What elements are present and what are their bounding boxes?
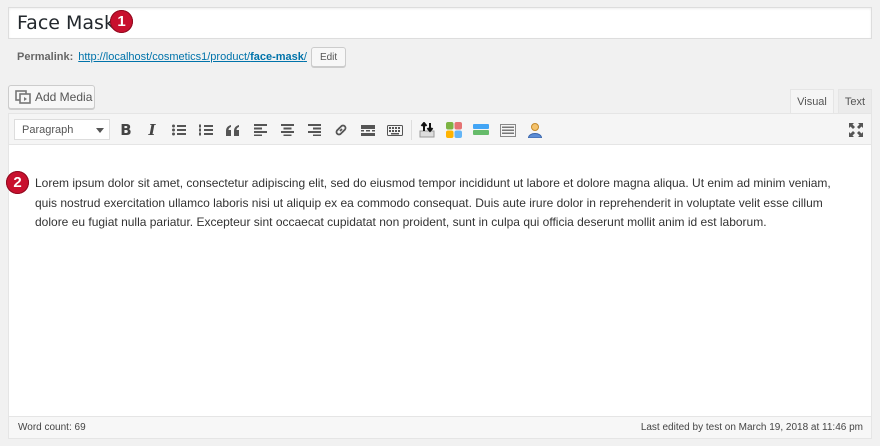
fullscreen-icon: [849, 123, 863, 137]
permalink-row: Permalink: http://localhost/cosmetics1/p…: [17, 46, 347, 68]
editor-container: Paragraph B I Lorem ipsum dolor sit amet…: [8, 113, 872, 439]
bullet-list-button[interactable]: [167, 118, 191, 142]
bold-icon: B: [120, 121, 132, 139]
insert-link-button[interactable]: [329, 118, 353, 142]
fullscreen-button[interactable]: [844, 118, 868, 142]
title-field-wrapper: [8, 7, 872, 39]
media-icon: [15, 90, 31, 104]
editor-status-bar: Word count: 69 Last edited by test on Ma…: [9, 416, 871, 438]
read-more-icon: [361, 124, 375, 136]
format-select-value: Paragraph: [22, 123, 74, 136]
last-edited: Last edited by test on March 19, 2018 at…: [640, 422, 863, 433]
plugin-upload-button[interactable]: [415, 118, 439, 142]
word-count: Word count: 69: [18, 422, 86, 433]
permalink-label: Permalink:: [17, 51, 74, 63]
numbered-list-icon: [199, 124, 213, 136]
plugin-layout-button[interactable]: [469, 118, 493, 142]
blockquote-icon: [226, 124, 239, 136]
annotation-badge-1: 1: [110, 10, 133, 33]
toolbar-separator: [411, 120, 412, 140]
align-left-icon: [253, 124, 267, 136]
plugin-table-icon: [500, 123, 516, 137]
plugin-user-icon: [527, 123, 543, 138]
align-center-button[interactable]: [275, 118, 299, 142]
permalink-url-end: /: [303, 51, 307, 63]
add-media-button[interactable]: Add Media: [8, 85, 95, 109]
plugin-user-button[interactable]: [523, 118, 547, 142]
tab-visual[interactable]: Visual: [790, 89, 834, 114]
chevron-down-icon: [96, 128, 104, 133]
italic-button[interactable]: I: [140, 118, 164, 142]
permalink-link[interactable]: http://localhost/cosmetics1/product/face…: [78, 51, 307, 63]
plugin-table-button[interactable]: [496, 118, 520, 142]
toolbar-toggle-icon: [387, 124, 403, 136]
align-left-button[interactable]: [248, 118, 272, 142]
read-more-button[interactable]: [356, 118, 380, 142]
permalink-url-base: http://localhost/cosmetics1/product/: [78, 51, 251, 63]
format-select[interactable]: Paragraph: [14, 119, 110, 140]
italic-icon: I: [148, 121, 156, 139]
bullet-list-icon: [172, 124, 186, 136]
toolbar-toggle-button[interactable]: [383, 118, 407, 142]
align-center-icon: [280, 124, 294, 136]
annotation-badge-2: 2: [6, 171, 29, 194]
plugin-grid-button[interactable]: [442, 118, 466, 142]
add-media-label: Add Media: [35, 90, 93, 104]
post-title-input[interactable]: [9, 8, 871, 38]
blockquote-button[interactable]: [221, 118, 245, 142]
align-right-button[interactable]: [302, 118, 326, 142]
bold-button[interactable]: B: [114, 118, 138, 142]
plugin-upload-icon: [419, 122, 435, 138]
edit-permalink-button[interactable]: Edit: [310, 47, 347, 67]
plugin-grid-icon: [446, 122, 462, 138]
tab-text[interactable]: Text: [838, 89, 872, 114]
align-right-icon: [307, 124, 321, 136]
editor-content[interactable]: Lorem ipsum dolor sit amet, consectetur …: [35, 174, 855, 233]
permalink-slug: face-mask: [250, 51, 304, 63]
editor-toolbar: Paragraph B I: [9, 114, 871, 145]
link-icon: [335, 124, 347, 136]
numbered-list-button[interactable]: [194, 118, 218, 142]
plugin-layout-icon: [473, 124, 489, 135]
